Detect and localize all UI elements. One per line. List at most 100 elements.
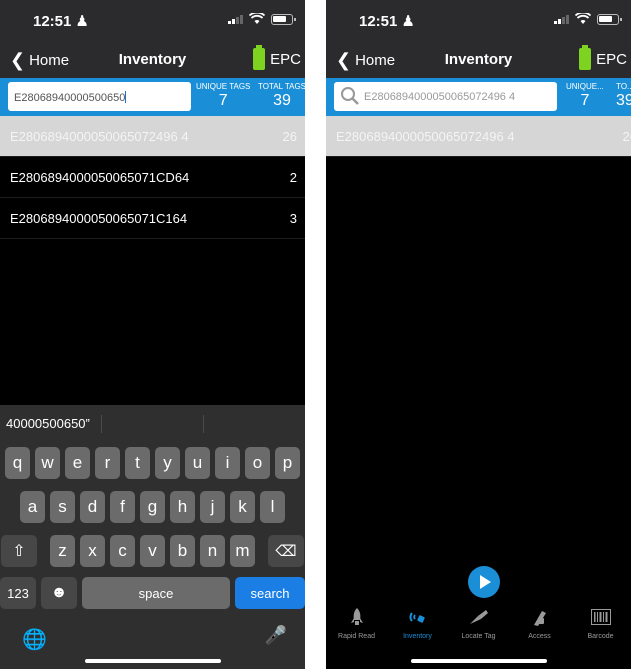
lock-icon bbox=[509, 606, 570, 628]
tab-barcode[interactable]: Barcode bbox=[570, 606, 631, 646]
tab-access[interactable]: Access bbox=[509, 606, 570, 646]
tag-epc: E2806894000050065072496 4 bbox=[336, 128, 515, 144]
tab-rapid-read[interactable]: Rapid Read bbox=[326, 606, 387, 646]
navigation-bar: ❮ Home Inventory EPC bbox=[326, 40, 631, 78]
home-indicator[interactable] bbox=[410, 659, 547, 663]
reader-battery-icon bbox=[579, 45, 592, 70]
status-time: 12:51 ♟ bbox=[359, 13, 415, 30]
key-o[interactable]: o bbox=[245, 447, 270, 479]
space-key[interactable]: space bbox=[82, 577, 230, 609]
key-row-1: q w e r t y u i o p bbox=[0, 447, 305, 479]
key-f[interactable]: f bbox=[110, 491, 135, 523]
total-tags-label: TOTAL TAGS bbox=[258, 82, 305, 91]
key-w[interactable]: w bbox=[35, 447, 60, 479]
phone-screen-left: 12:51 ♟ ❮ Home Inventory EPC E2806894000… bbox=[0, 0, 305, 669]
total-tags-value: 39 bbox=[273, 92, 291, 109]
key-b[interactable]: b bbox=[170, 535, 195, 567]
key-r[interactable]: r bbox=[95, 447, 120, 479]
key-v[interactable]: v bbox=[140, 535, 165, 567]
status-bar: 12:51 ♟ bbox=[326, 0, 631, 40]
key-c[interactable]: c bbox=[110, 535, 135, 567]
status-bar: 12:51 ♟ bbox=[0, 0, 305, 40]
rfid-waves-icon bbox=[387, 606, 448, 628]
key-l[interactable]: l bbox=[260, 491, 285, 523]
wifi-icon bbox=[249, 13, 265, 24]
suggestion-item[interactable] bbox=[204, 415, 305, 433]
bottom-tab-bar: Rapid Read Inventory Locate Tag Access B… bbox=[326, 606, 631, 646]
status-icons bbox=[228, 13, 296, 25]
search-input[interactable]: E28068940000500650 bbox=[8, 82, 191, 111]
phone-screen-right: 12:51 ♟ ❮ Home Inventory EPC E2806894000… bbox=[326, 0, 631, 669]
key-k[interactable]: k bbox=[230, 491, 255, 523]
key-g[interactable]: g bbox=[140, 491, 165, 523]
suggestion-item[interactable] bbox=[102, 415, 204, 433]
tab-label: Barcode bbox=[587, 633, 614, 640]
status-time: 12:51 ♟ bbox=[33, 13, 89, 30]
tag-count: 3 bbox=[289, 210, 297, 226]
tag-row[interactable]: E2806894000050065072496 4 26 bbox=[326, 116, 631, 157]
backspace-icon: ⌫ bbox=[275, 543, 297, 560]
key-z[interactable]: z bbox=[50, 535, 75, 567]
keyboard: 40000500650” q w e r t y u i o p a s d f… bbox=[0, 405, 305, 669]
wifi-icon bbox=[575, 13, 591, 24]
tag-count: 26 bbox=[622, 128, 631, 144]
key-x[interactable]: x bbox=[80, 535, 105, 567]
unique-tags-label: UNIQUE TAGS bbox=[196, 82, 251, 91]
tag-count: 26 bbox=[282, 128, 297, 144]
total-tags-stat: TO... 39 bbox=[616, 82, 631, 110]
total-tags-label: TO... bbox=[616, 82, 631, 91]
search-icon bbox=[341, 87, 359, 105]
person-icon: ♟ bbox=[401, 13, 415, 30]
key-t[interactable]: t bbox=[125, 447, 150, 479]
microphone-icon[interactable]: 🎤 bbox=[265, 625, 287, 646]
search-bar: E28068940000500650 UNIQUE TAGS 7 TOTAL T… bbox=[0, 78, 305, 116]
key-q[interactable]: q bbox=[5, 447, 30, 479]
epc-button[interactable]: EPC bbox=[253, 45, 301, 70]
shift-icon: ⇧ bbox=[12, 543, 26, 560]
numbers-key[interactable]: 123 bbox=[0, 577, 36, 609]
key-s[interactable]: s bbox=[50, 491, 75, 523]
delete-key[interactable]: ⌫ bbox=[268, 535, 304, 567]
unique-tags-value: 7 bbox=[218, 92, 228, 109]
reader-battery-icon bbox=[253, 45, 266, 70]
emoji-icon: ☻ bbox=[50, 584, 68, 601]
tag-row[interactable]: E2806894000050065072496 4 26 bbox=[0, 116, 305, 157]
shift-key[interactable]: ⇧ bbox=[1, 535, 37, 567]
epc-button[interactable]: EPC bbox=[579, 45, 627, 70]
tag-epc: E2806894000050065071CD64 bbox=[10, 169, 190, 185]
home-indicator[interactable] bbox=[84, 659, 221, 663]
tab-locate-tag[interactable]: Locate Tag bbox=[448, 606, 509, 646]
start-inventory-button[interactable] bbox=[468, 566, 500, 598]
search-input[interactable]: E2806894000050065072496 4 bbox=[334, 82, 557, 111]
key-d[interactable]: d bbox=[80, 491, 105, 523]
key-m[interactable]: m bbox=[230, 535, 255, 567]
tab-label: Rapid Read bbox=[338, 633, 375, 640]
key-e[interactable]: e bbox=[65, 447, 90, 479]
globe-icon[interactable]: 🌐 bbox=[22, 627, 47, 652]
key-u[interactable]: u bbox=[185, 447, 210, 479]
epc-label: EPC bbox=[596, 50, 627, 68]
key-h[interactable]: h bbox=[170, 491, 195, 523]
tag-row[interactable]: E2806894000050065071CD64 2 bbox=[0, 157, 305, 198]
tag-row[interactable]: E2806894000050065071C164 3 bbox=[0, 198, 305, 239]
tag-list: E2806894000050065072496 4 26 E28068940000… bbox=[0, 116, 305, 239]
unique-tags-value: 7 bbox=[580, 92, 590, 109]
battery-icon bbox=[271, 13, 296, 25]
key-y[interactable]: y bbox=[155, 447, 180, 479]
battery-icon bbox=[597, 13, 622, 25]
status-icons bbox=[554, 13, 622, 25]
key-row-2: a s d f g h j k l bbox=[0, 491, 305, 523]
tab-inventory[interactable]: Inventory bbox=[387, 606, 448, 646]
suggestion-item[interactable]: 40000500650” bbox=[0, 415, 102, 433]
key-i[interactable]: i bbox=[215, 447, 240, 479]
key-j[interactable]: j bbox=[200, 491, 225, 523]
key-n[interactable]: n bbox=[200, 535, 225, 567]
search-key[interactable]: search bbox=[235, 577, 305, 609]
key-p[interactable]: p bbox=[275, 447, 300, 479]
unique-tags-stat: UNIQUE TAGS 7 bbox=[196, 82, 250, 110]
total-tags-stat: TOTAL TAGS 39 bbox=[258, 82, 305, 110]
tag-count: 2 bbox=[289, 169, 297, 185]
key-a[interactable]: a bbox=[20, 491, 45, 523]
epc-label: EPC bbox=[270, 50, 301, 68]
emoji-key[interactable]: ☻ bbox=[41, 577, 77, 609]
